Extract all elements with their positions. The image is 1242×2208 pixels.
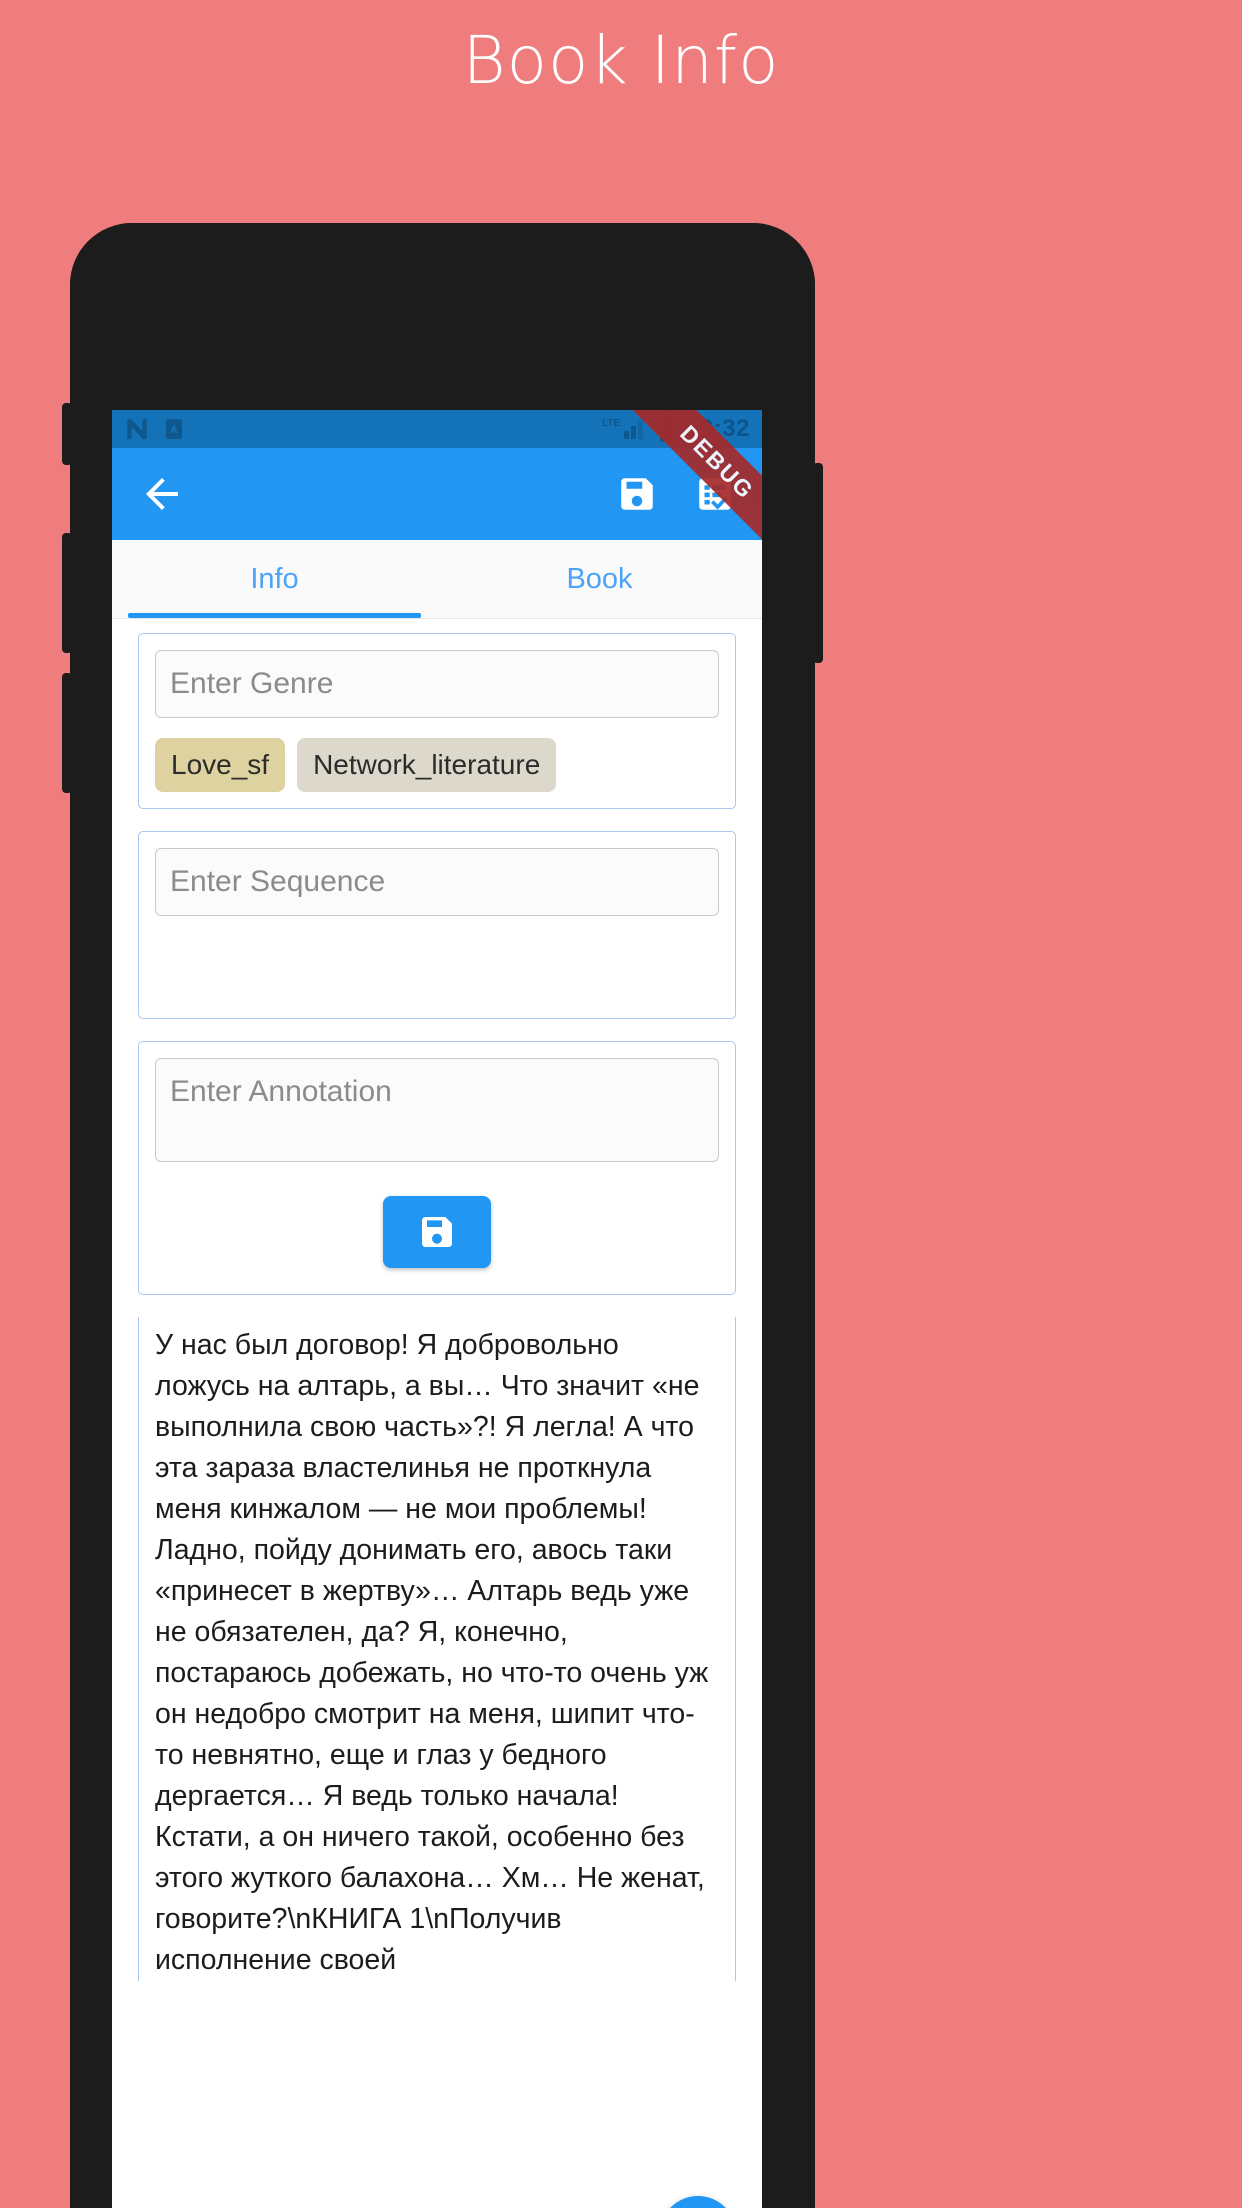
genre-chip-love-sf[interactable]: Love_sf: [155, 738, 286, 792]
battery-charging-icon: [660, 415, 675, 442]
genre-chip-network-literature[interactable]: Network_literature: [297, 738, 557, 792]
sequence-chip-list: [155, 916, 719, 1002]
phone-side-button-power: [813, 463, 823, 663]
signal-bars-icon: LTE: [602, 418, 644, 439]
svg-text:LTE: LTE: [602, 418, 620, 429]
save-icon: [621, 478, 653, 510]
page-title: Book Info: [462, 22, 780, 99]
annotation-preview-text: У нас был договор! Я добровольно ложусь …: [155, 1329, 717, 1976]
tab-book-label: Book: [566, 562, 633, 595]
tab-bar: Info Book: [112, 540, 762, 619]
save-icon: [422, 1217, 452, 1247]
annotation-preview: У нас был договор! Я добровольно ложусь …: [138, 1317, 736, 1981]
arrow-back-icon: [146, 478, 178, 510]
back-button[interactable]: [138, 470, 186, 518]
genre-input[interactable]: Enter Genre: [155, 650, 719, 718]
sequence-card: Enter Sequence: [138, 831, 736, 1019]
annotation-input[interactable]: Enter Annotation: [155, 1058, 719, 1162]
phone-side-button-mute: [62, 403, 72, 465]
genre-chip-list: Love_sf Network_literature: [155, 738, 719, 792]
genre-card: Enter Genre Love_sf Network_literature: [138, 633, 736, 809]
phone-screen: DEBUG LTE 10:32 Info Book Enter Genre Lo…: [112, 410, 762, 2208]
status-bar-clock: 10:32: [686, 415, 750, 442]
tab-book[interactable]: Book: [437, 540, 762, 618]
app-notification-icon: [166, 419, 182, 439]
appbar-save-button[interactable]: [616, 473, 658, 515]
nova-launcher-icon: [127, 419, 147, 439]
phone-side-button-volume-up: [62, 533, 72, 653]
annotation-save-button[interactable]: [383, 1196, 491, 1268]
tab-info[interactable]: Info: [112, 540, 437, 618]
delete-fab[interactable]: [660, 2196, 736, 2208]
playlist-add-check-icon: [699, 478, 731, 510]
appbar-list-check-button[interactable]: [694, 473, 736, 515]
tab-info-label: Info: [250, 562, 299, 595]
status-bar: LTE 10:32: [112, 410, 762, 448]
app-bar: [112, 448, 762, 540]
phone-mockup: DEBUG LTE 10:32 Info Book Enter Genre Lo…: [62, 223, 823, 2208]
annotation-card: Enter Annotation: [138, 1041, 736, 1295]
annotation-save-row: [155, 1162, 719, 1294]
phone-side-button-volume-down: [62, 673, 72, 793]
form-content: Enter Genre Love_sf Network_literature E…: [112, 619, 762, 1295]
sequence-input[interactable]: Enter Sequence: [155, 848, 719, 916]
